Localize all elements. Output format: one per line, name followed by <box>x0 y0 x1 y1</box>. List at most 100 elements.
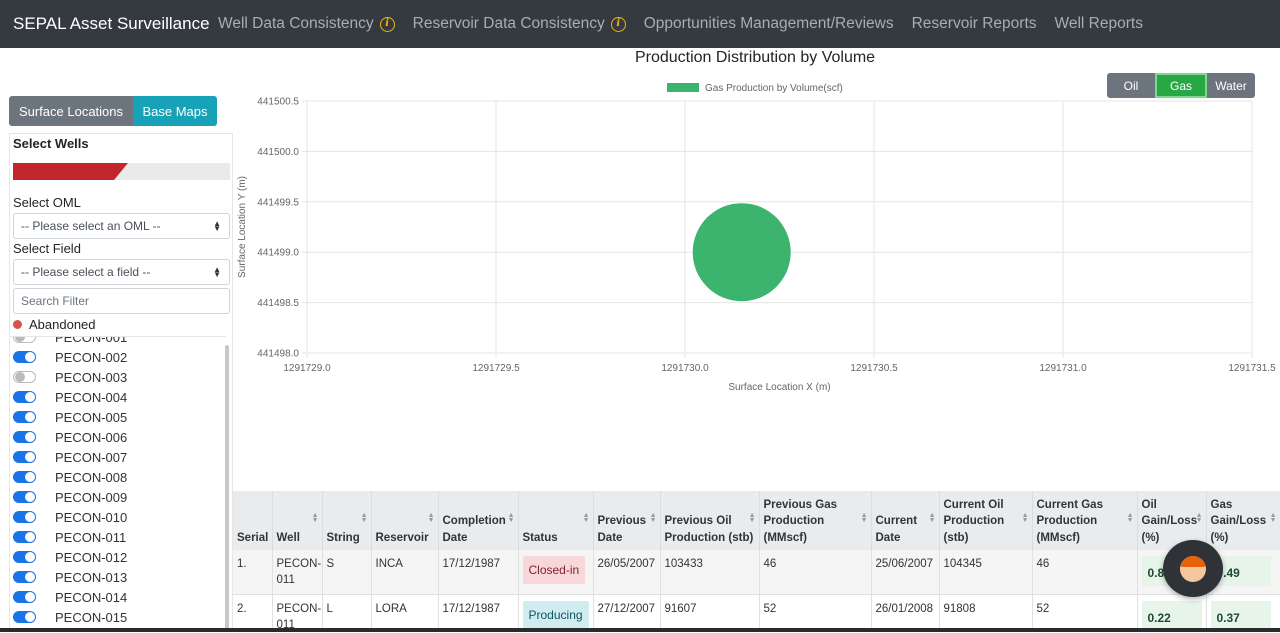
cell-cur-date: 25/06/2007 <box>871 550 940 595</box>
cell-prev-date: 26/05/2007 <box>593 550 661 595</box>
gain-value: 0.22 <box>1141 601 1202 631</box>
sort-icon[interactable]: ▲ ▼ <box>312 512 319 524</box>
column-header[interactable]: Previous Gas Production (MMscf) ▲ ▼ <box>759 491 872 550</box>
well-toggle-item[interactable]: PECON-010 <box>13 507 127 527</box>
well-toggle-item[interactable]: PECON-009 <box>13 487 127 507</box>
well-list[interactable]: PECON-001 PECON-002 PECON-003 PECON-004 PECO… <box>10 336 226 633</box>
nav-well-data-consistency[interactable]: Well Data Consistency i <box>218 15 395 33</box>
y-axis-label: Surface Location Y (m) <box>237 176 248 278</box>
column-header[interactable]: Previous Date ▲ ▼ <box>593 491 661 550</box>
column-header-label: Serial <box>237 531 269 544</box>
well-toggle-item[interactable]: PECON-001 <box>13 336 128 347</box>
column-header-label: Well <box>276 531 300 544</box>
well-toggle-item[interactable]: PECON-014 <box>13 587 127 607</box>
well-toggle-item[interactable]: PECON-004 <box>13 387 127 407</box>
cell-text: 103433 <box>664 558 703 570</box>
nav-reservoir-data-consistency[interactable]: Reservoir Data Consistency i <box>413 15 626 33</box>
well-toggle-item[interactable]: PECON-003 <box>13 367 127 387</box>
toggle-switch[interactable] <box>13 471 36 483</box>
nav-label: Well Data Consistency <box>218 15 374 32</box>
well-toggle-item[interactable]: PECON-006 <box>13 427 127 447</box>
well-toggle-item[interactable]: PECON-007 <box>13 447 127 467</box>
sort-icon[interactable]: ▲ ▼ <box>749 512 756 524</box>
column-header[interactable]: Completion Date ▲ ▼ <box>438 491 519 550</box>
well-toggle-item[interactable]: PECON-012 <box>13 547 127 567</box>
column-header[interactable]: String ▲ ▼ <box>322 491 372 550</box>
column-header[interactable]: Previous Oil Production (stb) ▲ ▼ <box>660 491 760 550</box>
toggle-switch[interactable] <box>13 391 36 403</box>
chat-assistant-button[interactable] <box>1163 540 1223 597</box>
cell-reservoir: LORA <box>371 594 439 632</box>
well-toggle-item[interactable]: PECON-015 <box>13 607 127 627</box>
sort-icon[interactable]: ▲ ▼ <box>1270 512 1277 524</box>
well-toggle-item[interactable]: PECON-005 <box>13 407 127 427</box>
column-header[interactable]: Current Gas Production (MMscf) ▲ ▼ <box>1032 491 1138 550</box>
sort-icon[interactable]: ▲ ▼ <box>583 512 590 524</box>
toggle-switch[interactable] <box>13 571 36 583</box>
nav-reservoir-reports[interactable]: Reservoir Reports <box>912 15 1037 33</box>
toggle-switch[interactable] <box>13 351 36 363</box>
sort-icon[interactable]: ▲ ▼ <box>861 512 868 524</box>
column-header-label: String <box>326 531 360 544</box>
nav-opportunities-management[interactable]: Opportunities Management/Reviews <box>644 15 894 33</box>
toggle-switch[interactable] <box>13 611 36 623</box>
gain-value: 0.37 <box>1210 601 1271 631</box>
column-header[interactable]: Current Date ▲ ▼ <box>871 491 940 550</box>
well-name: PECON-013 <box>55 569 128 585</box>
well-name: PECON-001 <box>55 336 128 345</box>
app-brand[interactable]: SEPAL Asset Surveillance <box>0 14 210 34</box>
column-header-label: Previous Gas Production (MMscf) <box>763 498 838 544</box>
y-tick-label: 441499.0 <box>257 248 299 259</box>
column-header[interactable]: Reservoir ▲ ▼ <box>371 491 439 550</box>
toggle-switch[interactable] <box>13 411 36 423</box>
toggle-switch[interactable] <box>13 511 36 523</box>
toggle-switch[interactable] <box>13 337 36 343</box>
table-header-row: Serial Well ▲ ▼ String ▲ ▼ Reservoir ▲ ▼ Completio… <box>233 491 1280 550</box>
oml-select[interactable]: -- Please select an OML -- ▲ ▼ <box>13 213 230 239</box>
column-header[interactable]: Serial <box>233 491 273 550</box>
field-select[interactable]: -- Please select a field -- ▲ ▼ <box>13 259 230 285</box>
well-name: PECON-009 <box>55 489 128 505</box>
cell-prev-oil: 91607 <box>660 594 760 632</box>
column-header-label: Status <box>522 531 558 544</box>
sort-icon[interactable]: ▲ ▼ <box>428 512 435 524</box>
sort-icon[interactable]: ▲ ▼ <box>1196 512 1203 524</box>
sort-icon[interactable]: ▲ ▼ <box>508 512 515 524</box>
sort-icon[interactable]: ▲ ▼ <box>650 512 657 524</box>
cell-completion: 17/12/1987 <box>438 594 519 632</box>
well-toggle-item[interactable]: PECON-002 <box>13 347 127 367</box>
sort-icon[interactable]: ▲ ▼ <box>929 512 936 524</box>
well-toggle-item[interactable]: PECON-008 <box>13 467 127 487</box>
cell-cur-date: 26/01/2008 <box>871 594 940 632</box>
tab-base-maps[interactable]: Base Maps <box>133 96 217 126</box>
sort-icon[interactable]: ▲ ▼ <box>1022 512 1029 524</box>
x-tick-label: 1291731.0 <box>1039 363 1087 374</box>
column-header[interactable]: Gas Gain/Loss (%) ▲ ▼ <box>1206 491 1280 550</box>
tab-surface-locations[interactable]: Surface Locations <box>9 96 133 126</box>
toggle-switch[interactable] <box>13 591 36 603</box>
nav-well-reports[interactable]: Well Reports <box>1055 15 1143 33</box>
well-name: PECON-004 <box>55 389 128 405</box>
column-header[interactable]: Status ▲ ▼ <box>518 491 594 550</box>
cell-gas-gain: 0.37 <box>1206 594 1280 632</box>
toggle-switch[interactable] <box>13 371 36 383</box>
well-toggle-item[interactable]: PECON-011 <box>13 527 126 547</box>
sort-icon[interactable]: ▲ ▼ <box>361 512 368 524</box>
search-filter-input[interactable]: Search Filter <box>13 288 230 314</box>
well-toggle-item[interactable]: PECON-013 <box>13 567 127 587</box>
production-scatter-chart: 1291729.0 1291729.5 1291730.0 1291730.5 1291… <box>237 83 1276 393</box>
progress-fill <box>13 163 128 180</box>
column-header[interactable]: Well ▲ ▼ <box>272 491 323 550</box>
toggle-switch[interactable] <box>13 551 36 563</box>
cell-well: PECON-011 <box>272 550 323 595</box>
toggle-switch[interactable] <box>13 531 36 543</box>
well-name: PECON-008 <box>55 469 128 485</box>
well-list-scrollbar[interactable] <box>225 345 229 632</box>
toggle-switch[interactable] <box>13 451 36 463</box>
column-header[interactable]: Current Oil Production (stb) ▲ ▼ <box>939 491 1033 550</box>
nav-label: Reservoir Data Consistency <box>412 15 605 32</box>
sort-icon[interactable]: ▲ ▼ <box>1127 512 1134 524</box>
well-name: PECON-015 <box>55 609 128 625</box>
toggle-switch[interactable] <box>13 431 36 443</box>
toggle-switch[interactable] <box>13 491 36 503</box>
